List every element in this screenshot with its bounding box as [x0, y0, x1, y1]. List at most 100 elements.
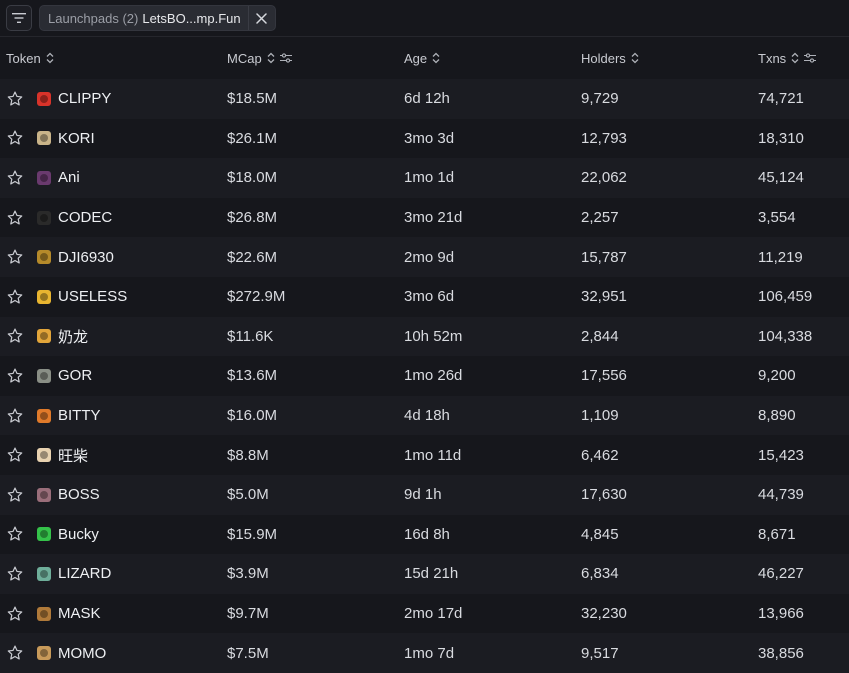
star-icon[interactable] — [6, 446, 24, 464]
table-row[interactable]: 奶龙 $11.6K 10h 52m 2,844 104,338 — [0, 316, 849, 357]
txns-value: 104,338 — [758, 327, 813, 345]
token-symbol[interactable]: BITTY — [58, 407, 101, 424]
mcap-value: $15.9M — [227, 525, 278, 543]
token-avatar — [37, 329, 51, 344]
sort-arrows-icon[interactable] — [46, 52, 54, 64]
mcap-value: $11.6K — [227, 327, 274, 345]
star-icon[interactable] — [6, 407, 24, 425]
holders-value: 32,951 — [581, 288, 627, 306]
token-avatar — [37, 527, 51, 542]
column-header-mcap[interactable]: MCap — [221, 51, 398, 66]
token-cell: USELESS — [0, 288, 221, 306]
star-icon[interactable] — [6, 525, 24, 543]
table-row[interactable]: MOMO $7.5M 1mo 7d 9,517 38,856 — [0, 633, 849, 673]
mcap-value: $16.0M — [227, 407, 278, 425]
txns-value: 3,554 — [758, 209, 796, 227]
column-label: Txns — [758, 50, 787, 66]
star-icon[interactable] — [6, 288, 24, 306]
star-icon[interactable] — [6, 327, 24, 345]
mcap-value: $3.9M — [227, 565, 269, 583]
table-row[interactable]: KORI $26.1M 3mo 3d 12,793 18,310 — [0, 118, 849, 159]
token-symbol[interactable]: DJI6930 — [58, 249, 114, 266]
mcap-value: $18.5M — [227, 90, 278, 108]
age-value: 4d 18h — [404, 407, 450, 425]
age-value: 2mo 9d — [404, 248, 455, 266]
sliders-icon[interactable] — [279, 53, 292, 63]
token-avatar — [37, 210, 51, 225]
token-avatar — [37, 566, 51, 581]
filter-menu-button[interactable] — [6, 5, 32, 31]
star-icon[interactable] — [6, 565, 24, 583]
column-header-holders[interactable]: Holders — [575, 51, 752, 66]
token-avatar — [37, 289, 51, 304]
sort-arrows-icon[interactable] — [432, 52, 440, 64]
sort-arrows-icon[interactable] — [791, 52, 799, 64]
column-label: Age — [404, 50, 428, 66]
token-symbol[interactable]: GOR — [58, 367, 92, 384]
token-avatar — [37, 131, 51, 146]
txns-value: 44,739 — [758, 486, 804, 504]
column-header-txns[interactable]: Txns — [752, 51, 849, 66]
table-row[interactable]: Ani $18.0M 1mo 1d 22,062 45,124 — [0, 158, 849, 198]
sliders-icon[interactable] — [804, 53, 817, 63]
age-value: 1mo 26d — [404, 367, 463, 385]
token-avatar — [37, 646, 51, 661]
token-symbol[interactable]: Bucky — [58, 526, 99, 543]
sort-arrows-icon[interactable] — [631, 52, 639, 64]
token-symbol[interactable]: KORI — [58, 130, 95, 147]
token-cell: BOSS — [0, 486, 221, 504]
token-symbol[interactable]: 旺柴 — [58, 445, 88, 466]
holders-value: 2,257 — [581, 209, 619, 227]
token-symbol[interactable]: MOMO — [58, 645, 106, 662]
mcap-value: $7.5M — [227, 644, 269, 662]
star-icon[interactable] — [6, 209, 24, 227]
token-cell: LIZARD — [0, 565, 221, 583]
mcap-value: $22.6M — [227, 248, 278, 266]
age-value: 10h 52m — [404, 327, 463, 345]
table-row[interactable]: MASK $9.7M 2mo 17d 32,230 13,966 — [0, 593, 849, 634]
sort-arrows-icon[interactable] — [267, 52, 275, 64]
table-row[interactable]: CODEC $26.8M 3mo 21d 2,257 3,554 — [0, 197, 849, 238]
filter-lines-icon — [12, 13, 26, 23]
age-value: 9d 1h — [404, 486, 442, 504]
token-avatar — [37, 368, 51, 383]
table-row[interactable]: DJI6930 $22.6M 2mo 9d 15,787 11,219 — [0, 237, 849, 277]
token-symbol[interactable]: CODEC — [58, 209, 112, 226]
star-icon[interactable] — [6, 486, 24, 504]
star-icon[interactable] — [6, 248, 24, 266]
token-symbol[interactable]: CLIPPY — [58, 90, 111, 107]
mcap-value: $5.0M — [227, 486, 269, 504]
token-symbol[interactable]: Ani — [58, 169, 80, 186]
table-row[interactable]: 旺柴 $8.8M 1mo 11d 6,462 15,423 — [0, 435, 849, 475]
column-header-age[interactable]: Age — [398, 51, 575, 66]
txns-value: 11,219 — [758, 248, 803, 266]
token-symbol[interactable]: BOSS — [58, 486, 100, 503]
column-label: Token — [6, 50, 41, 66]
star-icon[interactable] — [6, 605, 24, 623]
column-label: MCap — [227, 50, 262, 66]
table-row[interactable]: CLIPPY $18.5M 6d 12h 9,729 74,721 — [0, 79, 849, 119]
column-header-token[interactable]: Token — [0, 51, 221, 66]
token-symbol[interactable]: MASK — [58, 605, 101, 622]
age-value: 2mo 17d — [404, 605, 463, 623]
chip-remove-button[interactable] — [247, 6, 275, 30]
table-row[interactable]: LIZARD $3.9M 15d 21h 6,834 46,227 — [0, 554, 849, 594]
token-symbol[interactable]: 奶龙 — [58, 326, 88, 347]
star-icon[interactable] — [6, 367, 24, 385]
star-icon[interactable] — [6, 129, 24, 147]
table-row[interactable]: BOSS $5.0M 9d 1h 17,630 44,739 — [0, 474, 849, 515]
table-row[interactable]: GOR $13.6M 1mo 26d 17,556 9,200 — [0, 356, 849, 396]
star-icon[interactable] — [6, 644, 24, 662]
token-symbol[interactable]: USELESS — [58, 288, 127, 305]
token-cell: BITTY — [0, 407, 221, 425]
star-icon[interactable] — [6, 90, 24, 108]
age-value: 6d 12h — [404, 90, 450, 108]
holders-value: 22,062 — [581, 169, 627, 187]
launchpads-filter-chip[interactable]: Launchpads (2) LetsBO...mp.Fun — [39, 5, 276, 31]
table-row[interactable]: BITTY $16.0M 4d 18h 1,109 8,890 — [0, 395, 849, 436]
token-cell: CLIPPY — [0, 90, 221, 108]
table-row[interactable]: Bucky $15.9M 16d 8h 4,845 8,671 — [0, 514, 849, 555]
star-icon[interactable] — [6, 169, 24, 187]
table-row[interactable]: USELESS $272.9M 3mo 6d 32,951 106,459 — [0, 276, 849, 317]
token-symbol[interactable]: LIZARD — [58, 565, 111, 582]
